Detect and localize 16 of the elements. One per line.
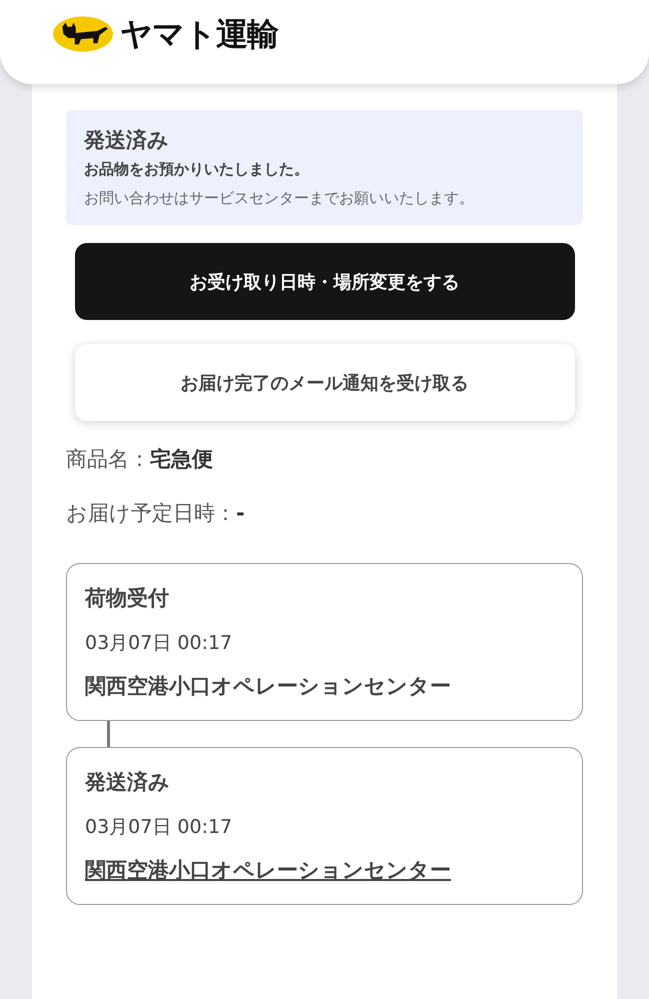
change-delivery-button[interactable]: お受け取り日時・場所変更をする [74, 243, 574, 320]
detail-label: 商品名： [66, 447, 150, 471]
tracking-datetime: 03月07日 00:17 [85, 815, 234, 840]
location-link[interactable]: 関西空港小口オペレーションセンター [85, 856, 564, 884]
location-text: 関西空港小口オペレーションセンター [85, 673, 452, 700]
detail-value: 宅急便 [150, 447, 213, 471]
status-note: お問い合わせはサービスセンターまでお願いいたします。 [84, 188, 475, 209]
tracking-status: 発送済み [85, 769, 171, 796]
tracking-status: 荷物受付 [85, 585, 170, 612]
status-title: 発送済み [84, 127, 170, 154]
status-message: お品物をお預かりいたしました。 [84, 160, 310, 179]
detail-value: - [236, 501, 245, 525]
tracking-datetime: 03月07日 00:17 [85, 631, 234, 656]
detail-label: お届け予定日時： [66, 501, 236, 525]
email-notify-button[interactable]: お届け完了のメール通知を受け取る [74, 344, 574, 421]
logo-text: ヤマト運輸 [120, 14, 278, 55]
